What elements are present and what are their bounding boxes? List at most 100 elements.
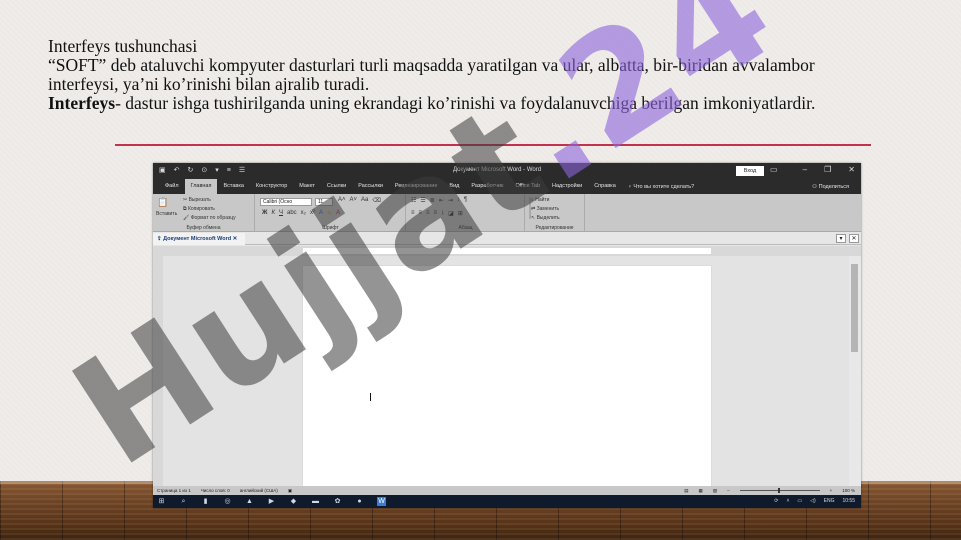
shrink-font-icon[interactable]: A˅ xyxy=(350,197,358,204)
ribbon-display-icon[interactable]: ▭ xyxy=(770,165,778,174)
tab-help[interactable]: Справка xyxy=(588,179,622,194)
signin-button[interactable]: Вход xyxy=(736,166,764,176)
clear-format-icon[interactable]: ⌫ xyxy=(372,197,380,204)
touch-mode-icon[interactable]: ⊙ xyxy=(201,167,207,175)
tab-view[interactable]: Вид xyxy=(443,179,465,194)
keyboard-language[interactable]: ENG xyxy=(824,498,835,504)
web-layout-icon[interactable]: ▧ xyxy=(713,486,717,495)
word-count[interactable]: Число слов: 0 xyxy=(201,486,230,495)
paint-icon[interactable]: ✿ xyxy=(333,497,342,506)
file-manager-icon[interactable]: ▮ xyxy=(201,497,210,506)
copy-button[interactable]: ⧉ Копировать xyxy=(183,206,215,212)
document-page[interactable] xyxy=(303,266,711,488)
vertical-scrollbar[interactable] xyxy=(849,256,861,488)
network-icon[interactable]: ▭ xyxy=(797,498,802,504)
ruler-area[interactable] xyxy=(303,248,711,254)
bullets-icon[interactable]: ☷ xyxy=(411,197,416,204)
tab-office-tab[interactable]: Office Tab xyxy=(509,179,546,194)
tab-list-icon[interactable]: ▾ xyxy=(836,234,846,243)
tab-layout[interactable]: Макет xyxy=(293,179,321,194)
subscript-icon[interactable]: x₂ xyxy=(301,210,306,217)
print-preview-icon[interactable]: ≡ xyxy=(227,167,231,175)
font-size-select[interactable]: 11 xyxy=(315,198,333,206)
read-mode-icon[interactable]: ▤ xyxy=(684,486,688,495)
clock[interactable]: 10:55 xyxy=(842,498,855,504)
folder-icon[interactable]: ▬ xyxy=(311,497,320,506)
italic-icon[interactable]: К xyxy=(271,210,275,217)
zoom-out-icon[interactable]: – xyxy=(727,486,730,495)
undo-icon[interactable]: ↶ xyxy=(174,167,180,175)
tab-design[interactable]: Конструктор xyxy=(250,179,293,194)
line-spacing-icon[interactable]: ↨ xyxy=(441,210,444,217)
replace-button[interactable]: ⇄ Заменить xyxy=(531,206,559,212)
photos-icon[interactable]: ▲ xyxy=(245,497,254,506)
superscript-icon[interactable]: x² xyxy=(310,210,315,217)
multilevel-icon[interactable]: ≣ xyxy=(430,197,435,204)
select-button[interactable]: ↖ Выделить xyxy=(531,215,560,221)
font-name-select[interactable]: Calibri (Осно xyxy=(260,198,312,206)
maximize-icon[interactable]: ❐ xyxy=(824,165,831,174)
find-button[interactable]: ⌕ Найти xyxy=(531,197,549,203)
zoom-in-icon[interactable]: + xyxy=(830,486,833,495)
volume-icon[interactable]: ◁) xyxy=(810,498,816,504)
align-icon[interactable]: ☰ xyxy=(239,167,245,175)
media-player-icon[interactable]: ▶ xyxy=(267,497,276,506)
tray-expand-icon[interactable]: ˄ xyxy=(786,498,789,504)
strikethrough-icon[interactable]: abc xyxy=(287,210,297,217)
format-painter-button[interactable]: 🖌 Формат по образцу xyxy=(183,215,236,221)
customize-qat-icon[interactable]: ▾ xyxy=(215,167,219,175)
shading-icon[interactable]: ◪ xyxy=(448,210,454,217)
justify-icon[interactable]: ≡ xyxy=(434,210,438,217)
document-tab-close-icon[interactable]: ✕ xyxy=(233,236,238,242)
tab-insert[interactable]: Вставка xyxy=(217,179,249,194)
app-icon[interactable]: ◆ xyxy=(289,497,298,506)
borders-icon[interactable]: ⊞ xyxy=(458,210,463,217)
document-tab[interactable]: ⇪ Документ Microsoft Word ✕ xyxy=(153,233,246,245)
tab-file[interactable]: Файл xyxy=(159,179,185,194)
zoom-slider[interactable] xyxy=(739,488,820,493)
search-icon[interactable]: ⌕ xyxy=(179,497,188,506)
windows-start-icon[interactable]: ⊞ xyxy=(157,497,166,506)
browser-icon[interactable]: ◎ xyxy=(223,497,232,506)
macro-icon[interactable]: ▣ xyxy=(288,486,292,495)
redo-icon[interactable]: ↻ xyxy=(188,167,194,175)
tell-me-search[interactable]: ♀ Что вы хотите сделать? xyxy=(628,184,694,190)
align-center-icon[interactable]: ≡ xyxy=(419,210,423,217)
align-left-icon[interactable]: ≡ xyxy=(411,210,415,217)
increase-indent-icon[interactable]: ⇥ xyxy=(448,197,453,204)
tab-home[interactable]: Главная xyxy=(184,179,218,194)
tab-review[interactable]: Рецензирование xyxy=(389,179,443,194)
font-color-icon[interactable]: A xyxy=(336,210,340,217)
tab-addins[interactable]: Надстройки xyxy=(546,179,588,194)
tab-developer[interactable]: Разработчик xyxy=(465,179,509,194)
save-icon[interactable]: ▣ xyxy=(159,167,166,175)
tray-app-icon[interactable]: ⟳ xyxy=(774,498,778,504)
sort-icon[interactable]: ↕ xyxy=(457,197,460,204)
pilcrow-icon[interactable]: ¶ xyxy=(464,197,467,204)
underline-icon[interactable]: Ч xyxy=(279,210,283,217)
align-right-icon[interactable]: ≡ xyxy=(426,210,430,217)
firefox-icon[interactable]: ● xyxy=(355,497,364,506)
share-button[interactable]: ⚇ Поделиться xyxy=(812,184,849,190)
tab-close-icon[interactable]: ✕ xyxy=(849,234,859,243)
change-case-icon[interactable]: Aa xyxy=(361,197,368,204)
paste-icon[interactable]: 📋 xyxy=(157,197,168,208)
tab-mailings[interactable]: Рассылки xyxy=(352,179,389,194)
tab-references[interactable]: Ссылки xyxy=(321,179,352,194)
numbering-icon[interactable]: ☰ xyxy=(420,197,425,204)
scrollbar-thumb[interactable] xyxy=(851,264,858,352)
text-effects-icon[interactable]: A xyxy=(319,210,323,217)
close-icon[interactable]: ✕ xyxy=(848,165,855,174)
minimize-icon[interactable]: – xyxy=(803,165,807,174)
paste-button[interactable]: Вставить xyxy=(156,211,177,217)
cut-button[interactable]: ✂ Вырезать xyxy=(183,197,211,203)
decrease-indent-icon[interactable]: ⇤ xyxy=(439,197,444,204)
grow-font-icon[interactable]: A˄ xyxy=(338,197,346,204)
print-layout-icon[interactable]: ▦ xyxy=(699,486,703,495)
language-indicator[interactable]: английский (США) xyxy=(240,486,278,495)
page-count[interactable]: Страница 1 из 1 xyxy=(157,486,191,495)
highlight-icon[interactable]: ✎ xyxy=(327,210,332,217)
bold-icon[interactable]: Ж xyxy=(262,210,267,217)
zoom-level[interactable]: 100 % xyxy=(842,486,855,495)
word-taskbar-icon[interactable]: W xyxy=(377,497,386,506)
